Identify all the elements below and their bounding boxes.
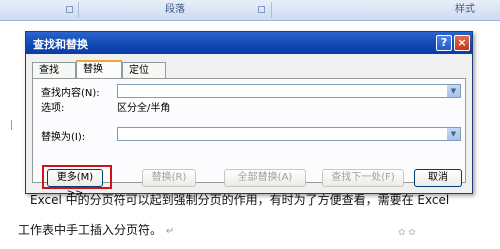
dropdown-arrow-icon[interactable]: ▼ bbox=[447, 85, 460, 97]
ribbon-bar: 段落 样式 bbox=[0, 0, 500, 21]
document-line-2: 工作表中手工插入分页符。 ↵ bbox=[18, 221, 174, 238]
help-icon[interactable]: ? bbox=[436, 35, 452, 51]
replace-all-button[interactable]: 全部替换(A) bbox=[224, 169, 306, 187]
cancel-button[interactable]: 取消 bbox=[414, 169, 462, 187]
replace-button[interactable]: 替换(R) bbox=[142, 169, 196, 187]
replace-input[interactable]: ▼ bbox=[117, 127, 461, 141]
options-value: 区分全/半角 bbox=[117, 103, 171, 114]
highlight-box bbox=[42, 165, 112, 189]
dialog-launcher-icon[interactable] bbox=[66, 6, 73, 13]
ribbon-group-styles[interactable]: 样式 bbox=[430, 0, 500, 20]
ribbon-separator bbox=[78, 2, 79, 18]
ribbon-group-paragraph[interactable]: 段落 bbox=[80, 0, 270, 20]
tab-replace[interactable]: 替换(P) bbox=[76, 60, 122, 90]
document-text: Excel 中的分页符可以起到强制分页的作用，有时为了方便查看，需要在 Exce… bbox=[30, 193, 450, 207]
close-icon[interactable]: × bbox=[454, 35, 470, 51]
dialog-title: 查找和替换 bbox=[33, 38, 88, 51]
paragraph-mark: ↵ bbox=[165, 226, 175, 237]
ribbon-separator bbox=[271, 2, 272, 18]
find-label: 查找内容(N): bbox=[41, 88, 100, 99]
find-input[interactable]: ▼ bbox=[117, 84, 461, 98]
options-label: 选项: bbox=[41, 103, 65, 114]
tab-find[interactable]: 查找(D) bbox=[32, 62, 76, 91]
paragraph-launcher-icon[interactable] bbox=[258, 6, 265, 13]
dialog-titlebar[interactable]: 查找和替换 ? × bbox=[26, 32, 472, 54]
document-text: 工作表中手工插入分页符。 bbox=[18, 223, 163, 237]
tab-goto[interactable]: 定位(G) bbox=[122, 62, 166, 91]
replace-label: 替换为(I): bbox=[41, 132, 86, 143]
find-next-button[interactable]: 查找下一处(F) bbox=[322, 169, 404, 187]
decoration-icon: ✿ ✿ bbox=[398, 228, 416, 238]
dropdown-arrow-icon[interactable]: ▼ bbox=[447, 128, 460, 140]
margin-mark bbox=[11, 120, 12, 130]
